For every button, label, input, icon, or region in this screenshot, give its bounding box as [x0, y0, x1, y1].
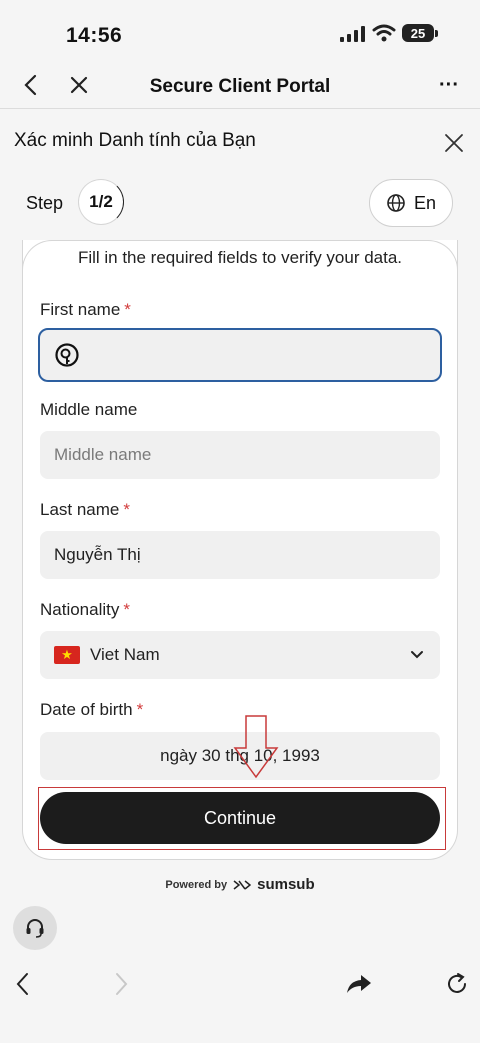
chevron-down-icon — [411, 651, 423, 659]
middle-name-input[interactable]: Middle name — [40, 431, 440, 479]
first-name-label: First name * — [40, 300, 131, 319]
last-name-value: Nguyễn Thị — [54, 545, 141, 564]
sumsub-brand: sumsub — [257, 876, 315, 893]
vietnam-flag-icon: ★ — [54, 646, 80, 664]
headset-icon — [26, 919, 44, 938]
dialog-close-icon[interactable] — [437, 126, 471, 160]
middle-name-label: Middle name — [40, 400, 138, 419]
sumsub-logo-icon — [233, 879, 252, 890]
nationality-select[interactable]: ★ Viet Nam — [40, 631, 440, 679]
status-time: 14:56 — [66, 24, 123, 47]
annotation-arrow-icon — [233, 715, 279, 779]
battery-indicator: 25 — [402, 24, 434, 42]
language-button[interactable]: En — [369, 179, 453, 227]
wifi-icon — [372, 24, 396, 42]
step-indicator: 1/2 — [78, 179, 124, 225]
form-instruction: Fill in the required fields to verify yo… — [77, 248, 403, 267]
nav-back-icon[interactable] — [6, 967, 40, 1001]
page-title: Xác minh Danh tính của Bạn — [14, 130, 256, 151]
nav-forward-icon[interactable] — [104, 967, 138, 1001]
nationality-label: Nationality * — [40, 600, 130, 619]
language-label: En — [413, 192, 437, 213]
signal-icon — [340, 26, 365, 42]
step-label: Step — [26, 193, 64, 213]
nationality-value: Viet Nam — [90, 645, 160, 664]
support-button[interactable] — [13, 906, 57, 950]
middle-name-placeholder: Middle name — [54, 445, 152, 464]
autofill-key-icon[interactable] — [54, 342, 80, 368]
browser-title: Secure Client Portal — [149, 76, 331, 97]
header-divider — [0, 108, 480, 109]
globe-icon — [387, 194, 405, 212]
first-name-input[interactable] — [38, 328, 442, 382]
last-name-label: Last name * — [40, 500, 131, 519]
powered-by: Powered by sumsub — [0, 876, 480, 893]
annotation-highlight-box — [38, 787, 446, 850]
share-icon[interactable] — [342, 967, 376, 1001]
dob-label: Date of birth * — [40, 700, 144, 719]
reload-icon[interactable] — [440, 967, 474, 1001]
battery-tip — [435, 30, 438, 37]
last-name-input[interactable]: Nguyễn Thị — [40, 531, 440, 579]
powered-by-label: Powered by — [165, 878, 228, 891]
more-menu-icon[interactable]: ··· — [432, 68, 466, 102]
